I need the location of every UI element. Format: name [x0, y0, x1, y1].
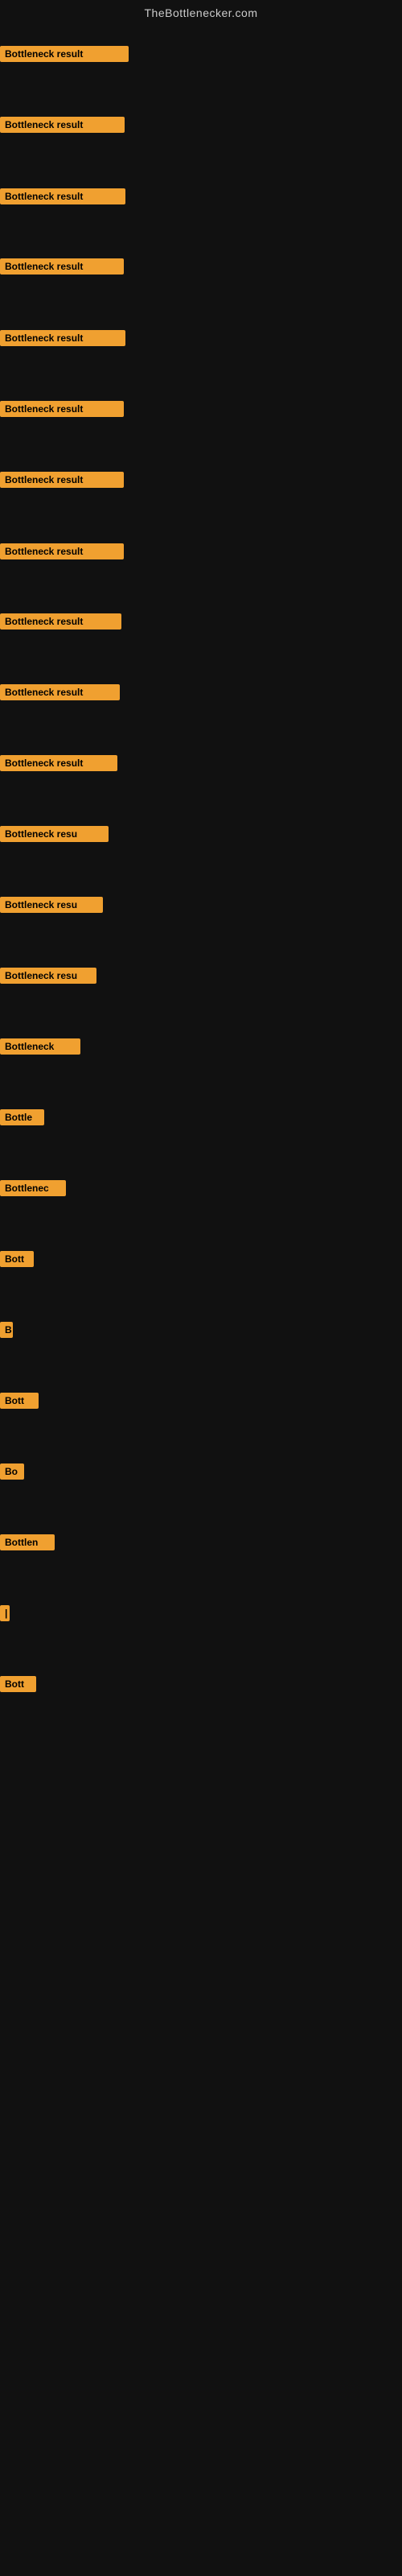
- bar-row-3: Bottleneck result: [0, 188, 125, 208]
- bottleneck-bar-11: Bottleneck result: [0, 755, 117, 771]
- bar-row-21: Bo: [0, 1463, 24, 1484]
- bar-row-16: Bottle: [0, 1109, 44, 1129]
- bar-row-1: Bottleneck result: [0, 46, 129, 66]
- bar-row-14: Bottleneck resu: [0, 968, 96, 988]
- bottleneck-bar-18: Bott: [0, 1251, 34, 1267]
- bottleneck-bar-17: Bottlenec: [0, 1180, 66, 1196]
- bottleneck-bar-14: Bottleneck resu: [0, 968, 96, 984]
- bar-row-13: Bottleneck resu: [0, 897, 103, 917]
- bar-row-4: Bottleneck result: [0, 258, 124, 279]
- bottleneck-bar-8: Bottleneck result: [0, 543, 124, 559]
- bar-row-17: Bottlenec: [0, 1180, 66, 1200]
- bar-row-2: Bottleneck result: [0, 117, 125, 137]
- bottleneck-bar-10: Bottleneck result: [0, 684, 120, 700]
- bottleneck-bar-20: Bott: [0, 1393, 39, 1409]
- bottleneck-bar-3: Bottleneck result: [0, 188, 125, 204]
- bottleneck-bar-22: Bottlen: [0, 1534, 55, 1550]
- bottleneck-bar-19: B: [0, 1322, 13, 1338]
- bottleneck-bar-15: Bottleneck: [0, 1038, 80, 1055]
- bar-row-12: Bottleneck resu: [0, 826, 109, 846]
- bar-row-23: |: [0, 1605, 10, 1625]
- bottleneck-bar-13: Bottleneck resu: [0, 897, 103, 913]
- bar-row-11: Bottleneck result: [0, 755, 117, 775]
- bottleneck-bar-9: Bottleneck result: [0, 613, 121, 630]
- bottleneck-bar-1: Bottleneck result: [0, 46, 129, 62]
- bottleneck-bar-2: Bottleneck result: [0, 117, 125, 133]
- bar-row-18: Bott: [0, 1251, 34, 1271]
- bar-row-8: Bottleneck result: [0, 543, 124, 564]
- bottleneck-bar-16: Bottle: [0, 1109, 44, 1125]
- bar-row-19: B: [0, 1322, 13, 1342]
- bar-row-24: Bott: [0, 1676, 36, 1696]
- bar-row-20: Bott: [0, 1393, 39, 1413]
- bar-row-22: Bottlen: [0, 1534, 55, 1554]
- bottleneck-bar-6: Bottleneck result: [0, 401, 124, 417]
- bottleneck-bar-12: Bottleneck resu: [0, 826, 109, 842]
- bottleneck-bar-24: Bott: [0, 1676, 36, 1692]
- bar-row-5: Bottleneck result: [0, 330, 125, 350]
- bar-row-6: Bottleneck result: [0, 401, 124, 421]
- bottleneck-bar-23: |: [0, 1605, 10, 1621]
- bottleneck-bar-5: Bottleneck result: [0, 330, 125, 346]
- bar-row-7: Bottleneck result: [0, 472, 124, 492]
- bar-row-9: Bottleneck result: [0, 613, 121, 634]
- bottleneck-bar-21: Bo: [0, 1463, 24, 1480]
- bottleneck-bar-4: Bottleneck result: [0, 258, 124, 275]
- bar-row-10: Bottleneck result: [0, 684, 120, 704]
- bottleneck-bar-7: Bottleneck result: [0, 472, 124, 488]
- site-title: TheBottlenecker.com: [0, 0, 402, 23]
- bar-row-15: Bottleneck: [0, 1038, 80, 1059]
